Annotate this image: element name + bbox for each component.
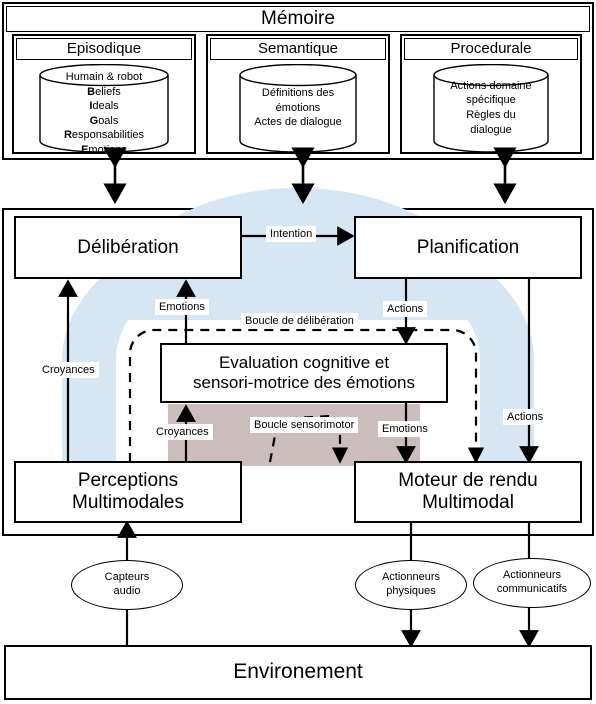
edge-label-emotions-deliberation: Emotions (155, 299, 209, 316)
edge-label-actions-evaluation: Actions (383, 301, 428, 318)
evaluation-label-line2: sensori-motrice des émotions (192, 373, 416, 392)
edge-label-actions-rendering: Actions (503, 409, 548, 426)
perceptions-label-line1: Perceptions (77, 470, 179, 492)
sensors-label-line1: Capteurs (104, 571, 150, 584)
perceptions-box: Perceptions Multimodales (14, 461, 242, 523)
rendering-label-line1: Moteur de rendu (398, 470, 538, 492)
actuators-communicative-ellipse: Actionneurs communicatifs (473, 558, 591, 608)
sensors-label-line2: audio (113, 585, 141, 597)
edge-label-emotions-rendering: Emotions (378, 421, 432, 438)
memory-column-procedurale-header-label: Procedurale (450, 40, 532, 58)
environment-box: Environement (4, 645, 592, 700)
memory-cylinder-procedurale: Actions domaine spécifique Règles du dia… (432, 64, 550, 152)
evaluation-box: Evaluation cognitive et sensori-motrice … (160, 343, 448, 403)
edge-label-boucle-deliberation: Boucle de délibération (241, 313, 358, 330)
cylinder-shape-icon (39, 64, 169, 152)
perceptions-label-line2: Multimodales (72, 492, 184, 513)
actuators-physical-label-line1: Actionneurs (381, 571, 441, 584)
actuators-physical-label-line2: physiques (386, 585, 436, 597)
environment-label: Environement (233, 660, 363, 684)
rendering-box: Moteur de rendu Multimodal (354, 461, 582, 523)
cylinder-shape-icon (433, 64, 549, 152)
memory-column-semantique-header: Semantique (210, 38, 386, 60)
sensors-ellipse: Capteurs audio (71, 560, 183, 610)
cylinder-shape-icon (239, 64, 357, 152)
memory-cylinder-episodique: Humain & robot Beliefs Ideals Goals Resp… (38, 64, 170, 156)
memory-column-episodique-header: Episodique (16, 38, 192, 60)
planification-label: Planification (416, 236, 520, 258)
memory-title-label: Mémoire (261, 8, 335, 30)
edge-label-boucle-sensorimotor: Boucle sensorimotor (250, 417, 359, 434)
memory-title-box: Mémoire (6, 6, 590, 32)
deliberation-box: Délibération (14, 216, 242, 279)
memory-column-episodique-header-label: Episodique (66, 40, 142, 58)
actuators-communicative-label-line2: communicatifs (496, 583, 568, 595)
edge-label-croyances-evaluation: Croyances (152, 424, 213, 441)
architecture-diagram: Mémoire Episodique Humain & robot Belief… (0, 0, 596, 704)
memory-column-semantique-header-label: Semantique (257, 40, 339, 58)
actuators-physical-ellipse: Actionneurs physiques (355, 560, 467, 610)
memory-column-procedurale-header: Procedurale (404, 38, 578, 60)
rendering-label-line2: Multimodal (422, 492, 514, 513)
evaluation-label-line1: Evaluation cognitive et (218, 353, 390, 373)
deliberation-label: Délibération (77, 236, 179, 258)
planification-box: Planification (354, 216, 582, 279)
edge-label-croyances-deliberation: Croyances (38, 362, 99, 379)
actuators-communicative-label-line1: Actionneurs (502, 569, 562, 582)
edge-label-intention: Intention (266, 226, 317, 243)
memory-cylinder-semantique: Définitions des émotions Actes de dialog… (238, 64, 358, 152)
